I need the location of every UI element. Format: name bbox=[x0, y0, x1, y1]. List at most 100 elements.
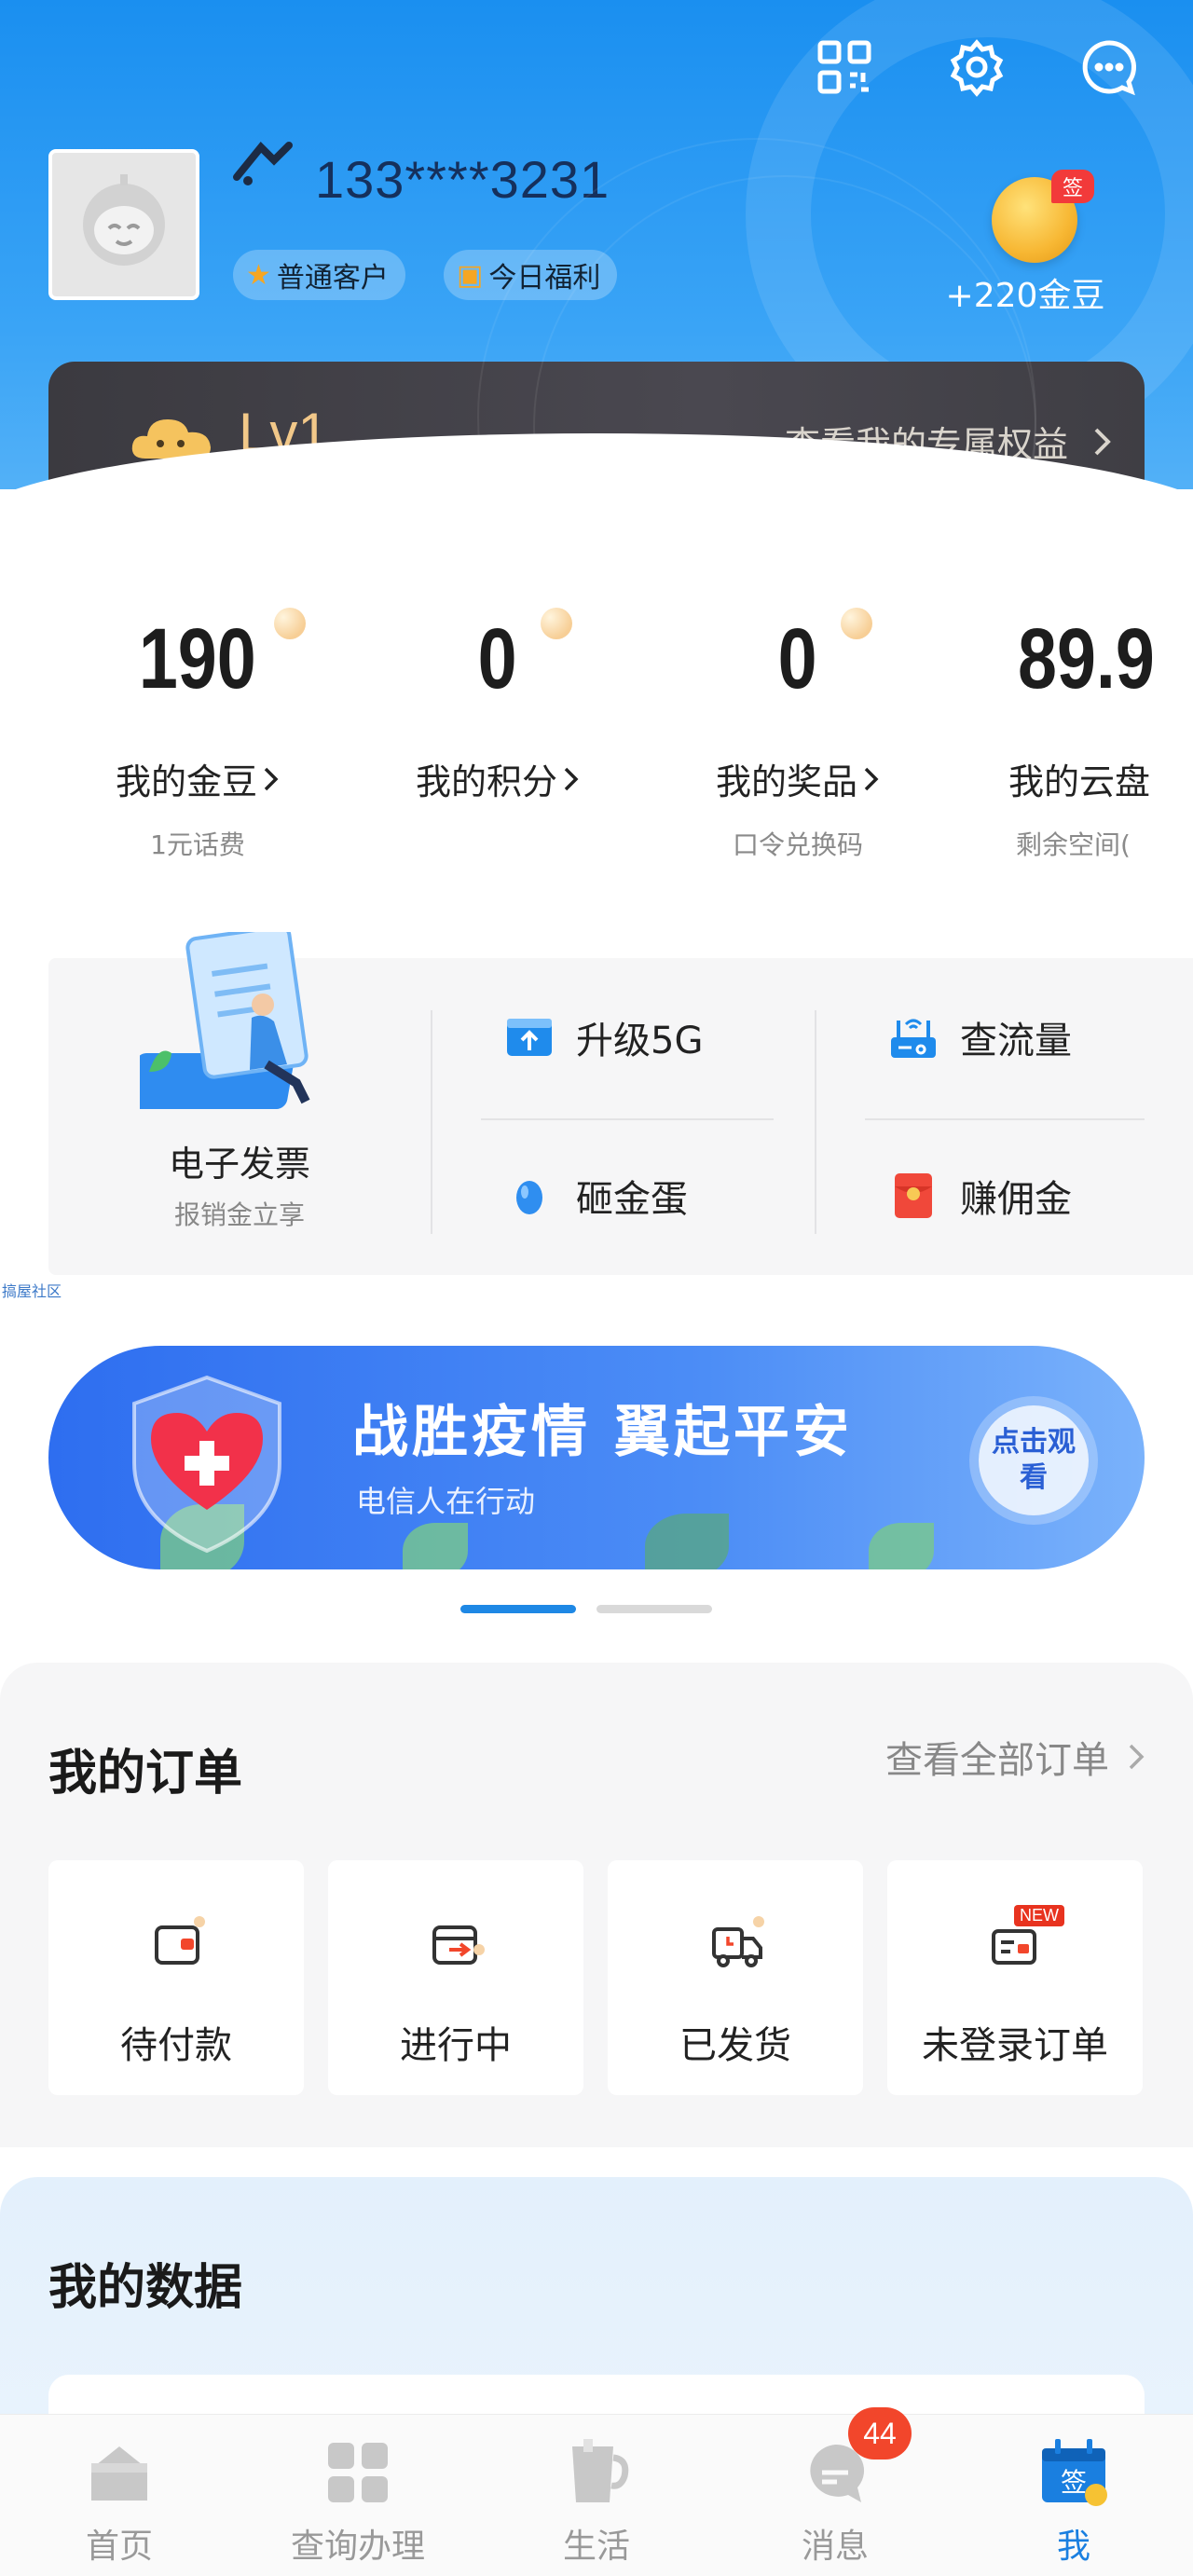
tab-label: 查询办理 bbox=[290, 2528, 425, 2566]
stat-value: 0 bbox=[778, 611, 817, 706]
heart-shield-icon bbox=[132, 1375, 281, 1554]
top-toolbar bbox=[807, 30, 1146, 104]
service-label: 查流量 bbox=[960, 1020, 1072, 1062]
view-all-orders-link[interactable]: 查看全部订单 bbox=[885, 1730, 1145, 1784]
unread-badge: 44 bbox=[848, 2407, 912, 2460]
sparkle-icon bbox=[841, 608, 872, 639]
star-icon: ★ bbox=[246, 258, 271, 292]
e-invoice-title[interactable]: 电子发票 bbox=[48, 1135, 431, 1186]
stat-value: 0 bbox=[478, 611, 517, 706]
truck-icon bbox=[712, 1916, 764, 1967]
cup-icon bbox=[572, 2439, 629, 2502]
chevron-right-icon bbox=[864, 767, 879, 790]
tab-life[interactable]: 生活 bbox=[477, 2415, 716, 2576]
order-label: 待付款 bbox=[120, 2024, 232, 2067]
svg-text:签: 签 bbox=[1061, 2467, 1087, 2498]
chat-icon[interactable] bbox=[1072, 30, 1146, 104]
profile-page: 133****3231 ★ 普通客户 ▣ 今日福利 签 +220金豆 Lv1 查… bbox=[0, 0, 1193, 2576]
service-label: 升级5G bbox=[576, 1020, 704, 1062]
calendar-sign-icon: 签 bbox=[1042, 2439, 1107, 2506]
earn-commission-button[interactable]: 赚佣金 bbox=[887, 1169, 1072, 1223]
sign-badge: 签 bbox=[1051, 170, 1095, 203]
stat-value: 190 bbox=[139, 611, 256, 706]
order-label: 未登录订单 bbox=[922, 2024, 1108, 2067]
banner-pagination bbox=[460, 1605, 712, 1613]
invoice-illustration-icon bbox=[140, 932, 310, 1109]
customer-level-tag[interactable]: ★ 普通客户 bbox=[233, 250, 405, 300]
qr-code-icon[interactable] bbox=[807, 30, 882, 104]
stat-value: 89.9 bbox=[1018, 611, 1155, 706]
tab-messages[interactable]: 44 消息 bbox=[716, 2407, 954, 2576]
upgrade-5g-icon bbox=[507, 1019, 552, 1056]
order-pending-payment[interactable]: 待付款 bbox=[48, 1860, 304, 2095]
leaf-decoration bbox=[645, 1514, 729, 1569]
leaf-decoration bbox=[403, 1523, 468, 1569]
tab-home[interactable]: 首页 bbox=[0, 2415, 239, 2576]
phone-number: 133****3231 bbox=[315, 150, 610, 209]
order-label: 已发货 bbox=[679, 2024, 791, 2067]
quick-services: 电子发票 报销金立享 升级5G 查流量 砸金蛋 赚佣金 bbox=[48, 932, 1193, 1275]
order-in-progress[interactable]: 进行中 bbox=[328, 1860, 583, 2095]
stat-label-row: 我的奖品 bbox=[658, 753, 938, 804]
robot-avatar-icon bbox=[83, 174, 165, 266]
chevron-right-icon bbox=[1094, 428, 1111, 455]
divider bbox=[431, 1010, 432, 1234]
red-envelope-icon bbox=[895, 1173, 932, 1218]
tab-label: 首页 bbox=[85, 2528, 153, 2566]
orders-title: 我的订单 bbox=[48, 1746, 243, 1802]
in-progress-icon bbox=[432, 1925, 485, 1965]
chevron-right-icon bbox=[1129, 1744, 1145, 1770]
divider bbox=[865, 1118, 1145, 1120]
page-indicator[interactable] bbox=[460, 1605, 576, 1613]
divider bbox=[481, 1118, 774, 1120]
router-icon bbox=[891, 1019, 936, 1058]
tab-label: 我 bbox=[1056, 2528, 1090, 2566]
stat-subtext: 剩余空间( bbox=[1016, 829, 1131, 860]
golden-egg-button[interactable]: 砸金蛋 bbox=[503, 1169, 688, 1223]
gold-beans-stat[interactable]: 190 我的金豆 1元话费 bbox=[58, 608, 337, 862]
cloud-disk-stat[interactable]: 89.9 我的云盘 剩余空间( bbox=[958, 608, 1193, 862]
stat-label-row: 我的积分 bbox=[358, 753, 638, 804]
view-all-label: 查看全部订单 bbox=[885, 1739, 1109, 1782]
home-icon bbox=[91, 2446, 147, 2501]
watermark-label: 搞屋社区 bbox=[2, 1282, 62, 1300]
stat-label: 我的金豆 bbox=[115, 761, 257, 802]
tab-label: 消息 bbox=[801, 2528, 869, 2566]
order-label: 进行中 bbox=[400, 2024, 512, 2067]
my-data-title: 我的数据 bbox=[48, 2260, 243, 2316]
new-badge: NEW bbox=[1014, 1905, 1064, 1926]
stats-row: 190 我的金豆 1元话费 0 我的积分 0 我的奖品 口令兑换码 89.9 我… bbox=[0, 608, 1193, 869]
divider bbox=[815, 1010, 816, 1234]
stat-label: 我的云盘 bbox=[1008, 761, 1151, 802]
wallet-icon bbox=[155, 1916, 205, 1965]
e-invoice-subtitle: 报销金立享 bbox=[173, 1199, 305, 1230]
stat-subtext: 1元话费 bbox=[150, 829, 245, 860]
check-data-button[interactable]: 查流量 bbox=[887, 1010, 1072, 1064]
service-label: 赚佣金 bbox=[960, 1178, 1072, 1221]
banner-title: 战胜疫情 翼起平安 bbox=[352, 1400, 853, 1465]
stat-subtext: 口令兑换码 bbox=[732, 829, 863, 860]
order-shipped[interactable]: 已发货 bbox=[608, 1860, 863, 2095]
prizes-stat[interactable]: 0 我的奖品 口令兑换码 bbox=[658, 608, 938, 862]
chevron-right-icon bbox=[264, 767, 279, 790]
stat-label-row: 我的金豆 bbox=[58, 753, 337, 804]
sparkle-icon bbox=[541, 608, 572, 639]
stat-label: 我的积分 bbox=[415, 761, 557, 802]
tab-label: 生活 bbox=[562, 2528, 630, 2566]
tab-me[interactable]: 签 我 bbox=[954, 2415, 1193, 2576]
order-not-logged-in[interactable]: NEW 未登录订单 bbox=[887, 1860, 1143, 2095]
promo-banner[interactable]: 战胜疫情 翼起平安 电信人在行动 点击观看 bbox=[48, 1346, 1145, 1569]
watch-button[interactable]: 点击观看 bbox=[979, 1405, 1089, 1515]
page-indicator[interactable] bbox=[596, 1605, 712, 1613]
gift-icon: ▣ bbox=[457, 258, 484, 292]
upgrade-5g-button[interactable]: 升级5G bbox=[503, 1010, 703, 1064]
avatar[interactable] bbox=[48, 149, 199, 300]
bottom-tab-bar: 首页 查询办理 生活 44 消息 签 我 bbox=[0, 2407, 1193, 2576]
tab-query[interactable]: 查询办理 bbox=[239, 2415, 477, 2576]
grid-icon bbox=[328, 2443, 388, 2502]
settings-icon[interactable] bbox=[939, 30, 1014, 104]
points-stat[interactable]: 0 我的积分 bbox=[358, 608, 638, 825]
customer-level-label: 普通客户 bbox=[276, 262, 389, 295]
chevron-right-icon bbox=[564, 767, 579, 790]
stat-label: 我的奖品 bbox=[715, 761, 857, 802]
